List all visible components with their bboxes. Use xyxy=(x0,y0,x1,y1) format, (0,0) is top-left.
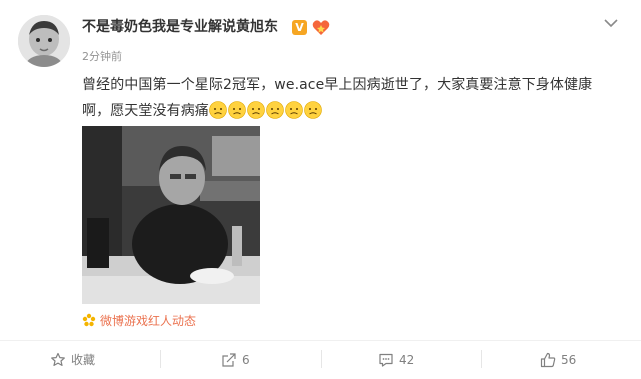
post-photo-image xyxy=(82,126,260,304)
avatar[interactable] xyxy=(18,15,70,67)
flower-icon xyxy=(82,313,96,327)
post-text-content: 曾经的中国第一个星际2冠军，we.ace早上因病逝世了，大家真要注意下身体健康啊… xyxy=(82,77,593,119)
comment-icon xyxy=(379,353,393,367)
share-icon xyxy=(222,353,236,367)
comment-count: 42 xyxy=(399,353,415,367)
like-count: 56 xyxy=(561,353,577,367)
vip-heart-icon xyxy=(312,20,330,35)
sad-face-emoji-icon xyxy=(228,101,246,119)
favorite-label: 收藏 xyxy=(71,353,96,367)
comment-button[interactable]: 42 xyxy=(322,341,482,379)
sad-emoji-row xyxy=(209,101,323,119)
weibo-post-card: 不是毒奶色我是专业解说黄旭东 V 2分钟前 曾经的中国第一个星际2冠军，we.a… xyxy=(0,0,641,379)
source-link[interactable]: 微博游戏红人动态 xyxy=(82,313,196,329)
sad-face-emoji-icon xyxy=(247,101,265,119)
verified-badge-icon: V xyxy=(292,20,307,35)
repost-count: 6 xyxy=(242,353,250,367)
timestamp[interactable]: 2分钟前 xyxy=(82,50,122,64)
like-button[interactable]: 56 xyxy=(482,341,641,379)
sad-face-emoji-icon xyxy=(285,101,303,119)
thumbs-up-icon xyxy=(540,352,556,368)
sad-face-emoji-icon xyxy=(266,101,284,119)
post-photo[interactable] xyxy=(82,126,260,304)
post-text: 曾经的中国第一个星际2冠军，we.ace早上因病逝世了，大家真要注意下身体健康啊… xyxy=(82,72,618,124)
favorite-button[interactable]: 收藏 xyxy=(0,341,160,379)
star-icon xyxy=(51,352,65,366)
avatar-image xyxy=(18,15,70,67)
sad-face-emoji-icon xyxy=(209,101,227,119)
repost-button[interactable]: 6 xyxy=(161,341,321,379)
chevron-down-icon[interactable] xyxy=(602,14,620,32)
sad-face-emoji-icon xyxy=(304,101,322,119)
source-label: 微博游戏红人动态 xyxy=(100,314,197,328)
username-link[interactable]: 不是毒奶色我是专业解说黄旭东 xyxy=(82,18,278,36)
